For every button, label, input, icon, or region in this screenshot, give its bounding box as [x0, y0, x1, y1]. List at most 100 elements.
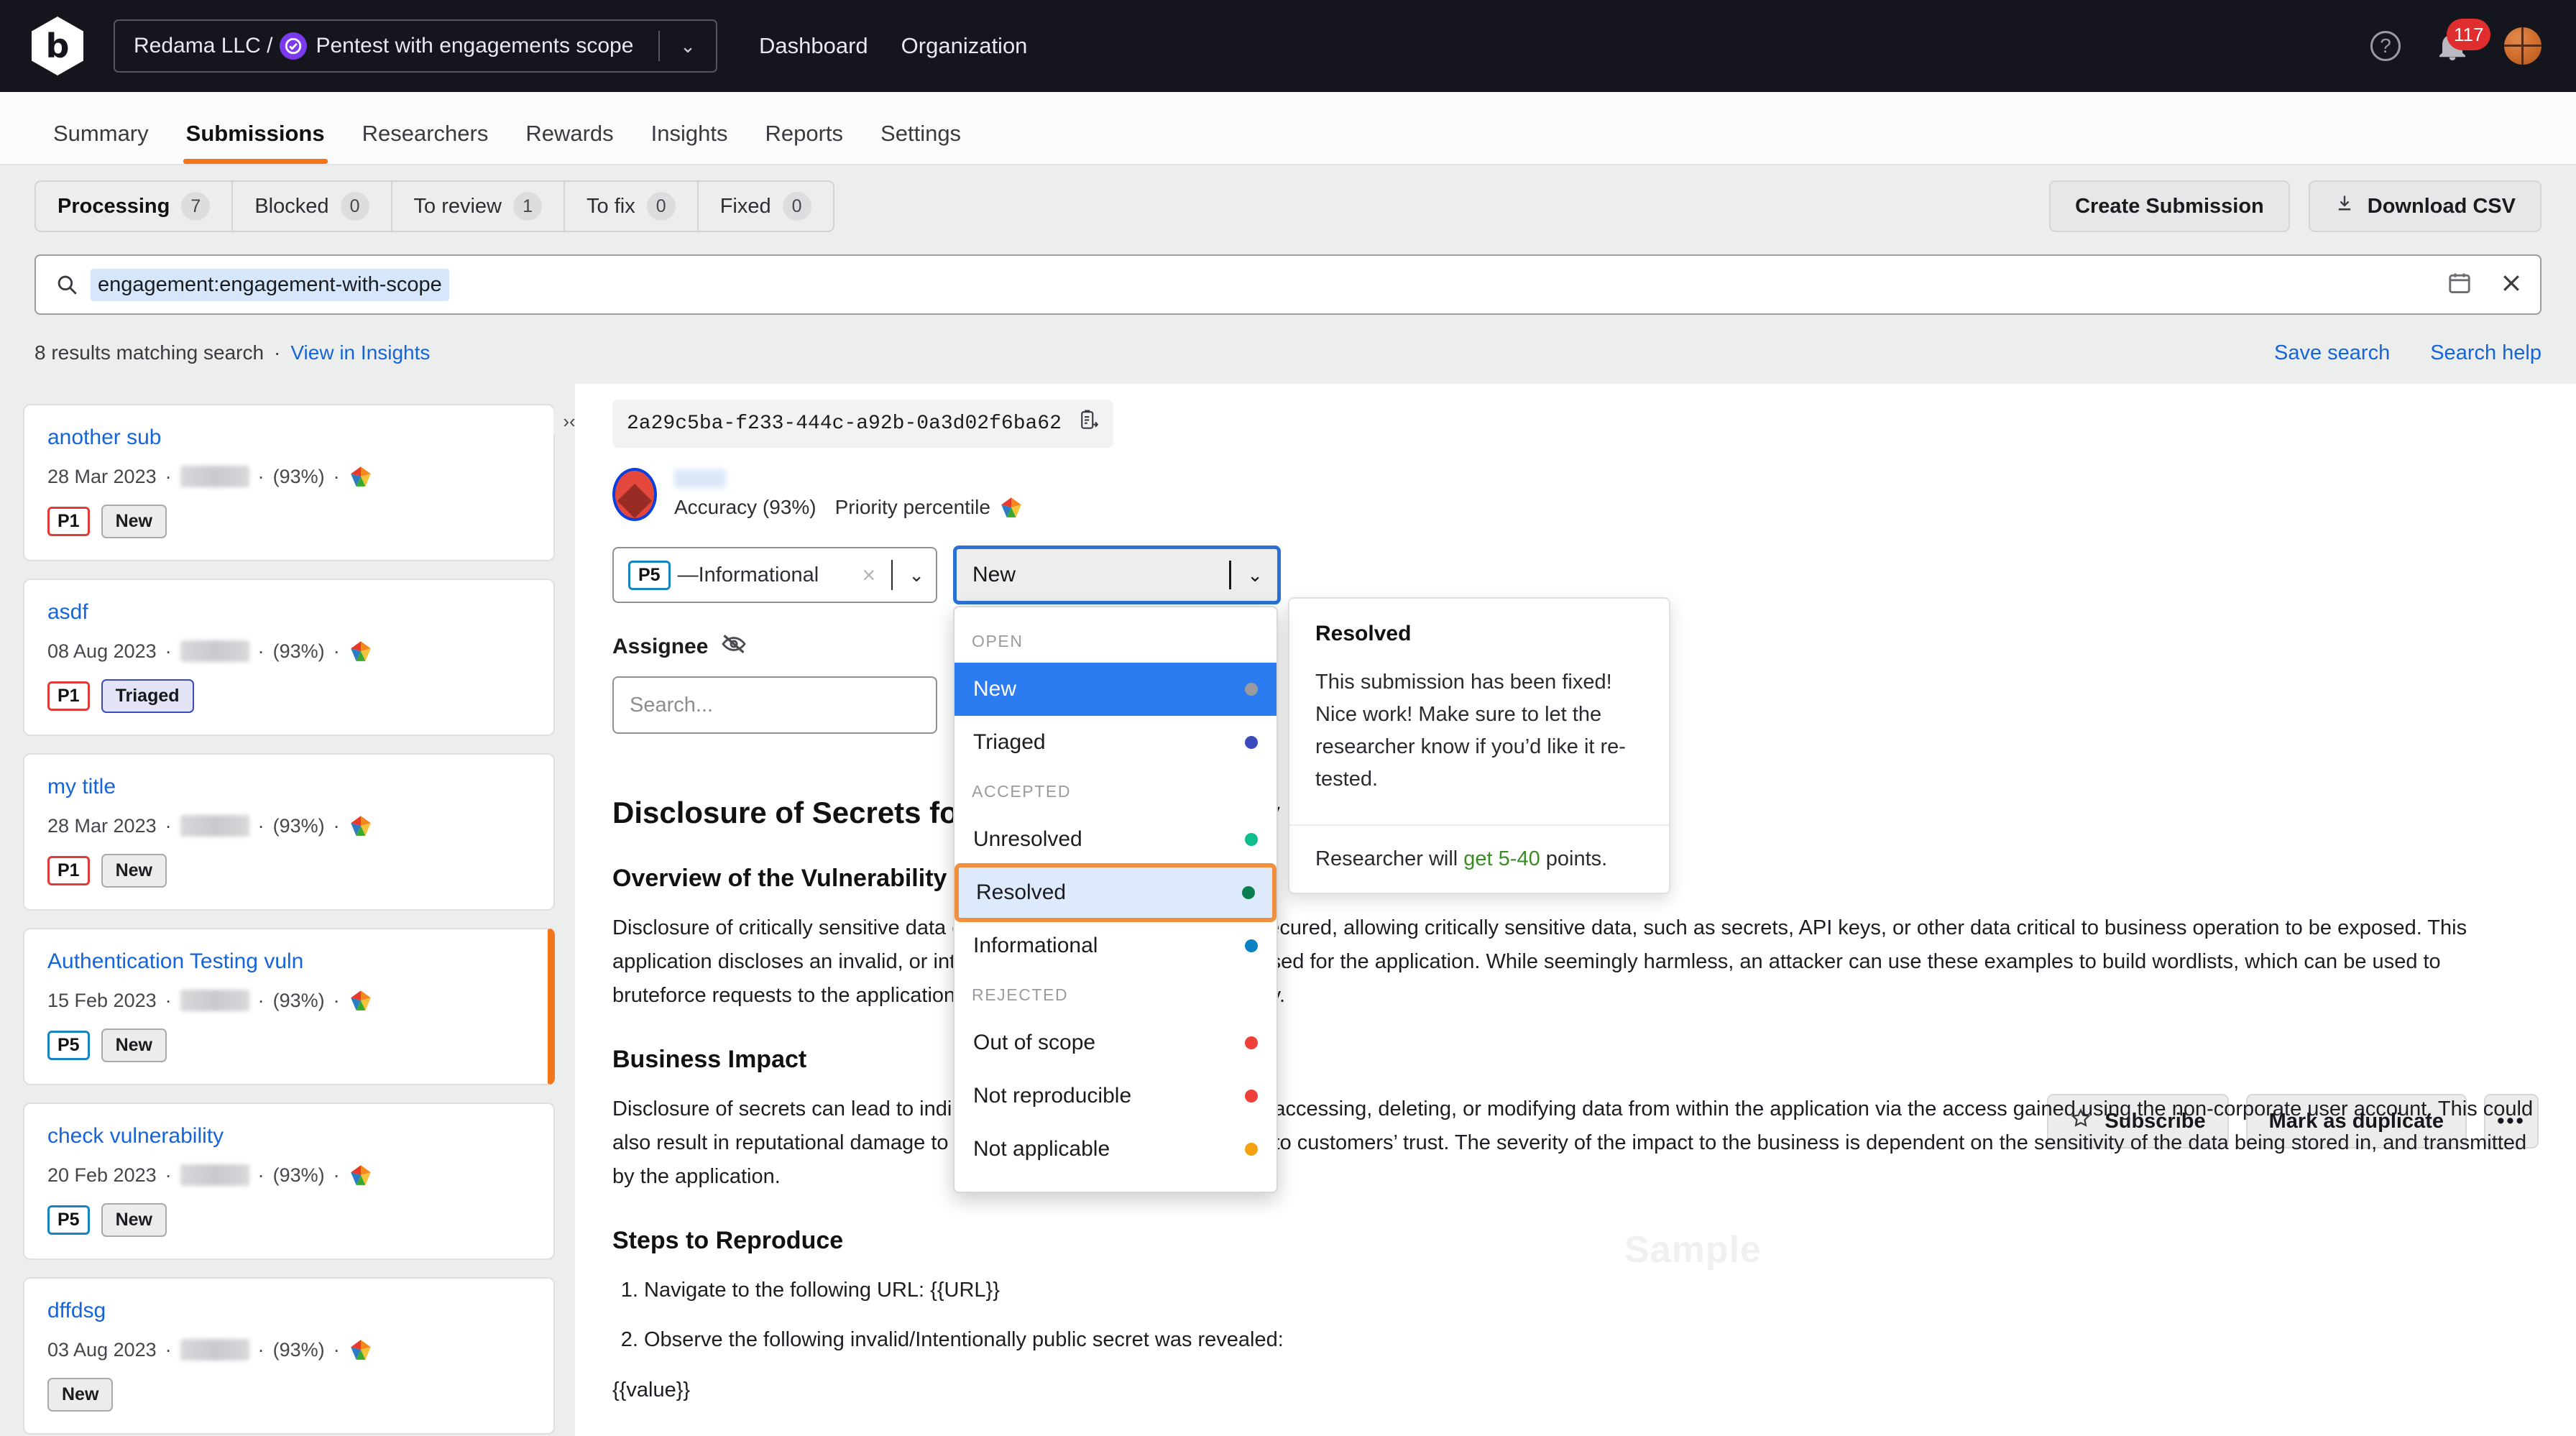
submission-list-item-2[interactable]: my title 28 Mar 2023 · · (93%) · P1 New	[23, 753, 555, 911]
chevron-down-icon[interactable]: ⌄	[1247, 564, 1263, 586]
create-submission-button[interactable]: Create Submission	[2049, 180, 2290, 232]
meta-dot: ·	[257, 1164, 264, 1186]
notification-count-badge: 117	[2447, 19, 2491, 50]
filter-blocked[interactable]: Blocked 0	[233, 182, 392, 231]
user-avatar[interactable]	[2504, 27, 2542, 65]
steps-to-reproduce-heading: Steps to Reproduce	[612, 1226, 844, 1254]
status-dot-icon	[1245, 833, 1258, 846]
chevron-down-icon[interactable]: ⌄	[908, 564, 924, 586]
submission-meta: 03 Aug 2023 · · (93%) ·	[47, 1338, 530, 1362]
status-select-value: New	[972, 563, 1016, 586]
tooltip-footer-prefix: Researcher will	[1315, 847, 1464, 870]
dropdown-option-resolved[interactable]: Resolved	[954, 863, 1276, 922]
submission-id-chip[interactable]: 2a29c5ba-f233-444c-a92b-0a3d02f6ba62	[612, 400, 1113, 448]
save-search-link[interactable]: Save search	[2274, 341, 2390, 365]
filter-fixed[interactable]: Fixed 0	[699, 182, 833, 231]
submission-title[interactable]: dffdsg	[47, 1299, 530, 1323]
question-circle-icon[interactable]: ?	[2370, 31, 2401, 61]
submission-title[interactable]: Authentication Testing vuln	[47, 949, 525, 974]
meta-dot: ·	[257, 989, 264, 1011]
view-in-insights-link[interactable]: View in Insights	[290, 341, 430, 364]
submission-title[interactable]: check vulnerability	[47, 1124, 530, 1149]
status-badge: New	[101, 505, 167, 538]
dropdown-option-not-applicable[interactable]: Not applicable	[954, 1123, 1276, 1176]
org-scope-selector[interactable]: Redama LLC / Pentest with engagements sc…	[114, 19, 717, 73]
check-circle-icon	[280, 32, 308, 60]
eye-slash-icon[interactable]	[721, 633, 747, 661]
submission-list-item-5[interactable]: dffdsg 03 Aug 2023 · · (93%) · New	[23, 1277, 555, 1435]
clear-severity-icon[interactable]: ×	[862, 562, 876, 589]
submission-tags: New	[47, 1378, 530, 1412]
dropdown-option-label: Out of scope	[973, 1031, 1096, 1054]
copy-to-clipboard-icon[interactable]	[1077, 408, 1099, 439]
search-input[interactable]: engagement:engagement-with-scope	[34, 254, 2542, 315]
chevron-down-icon[interactable]: ⌄	[660, 35, 716, 57]
reporter-avatar[interactable]	[612, 468, 657, 521]
filter-fixed-count: 0	[782, 192, 811, 221]
dropdown-option-not-reproducible[interactable]: Not reproducible	[954, 1069, 1276, 1123]
dropdown-option-triaged[interactable]: Triaged	[954, 716, 1276, 769]
nav-dashboard[interactable]: Dashboard	[759, 33, 868, 59]
tab-settings[interactable]: Settings	[862, 121, 980, 164]
search-help-link[interactable]: Search help	[2430, 341, 2542, 365]
tab-reports[interactable]: Reports	[747, 121, 862, 164]
priority-badge: P5	[47, 1205, 90, 1235]
dropdown-option-informational[interactable]: Informational	[954, 919, 1276, 972]
dropdown-option-unresolved[interactable]: Unresolved	[954, 813, 1276, 866]
download-csv-button[interactable]: Download CSV	[2308, 180, 2542, 232]
dropdown-option-new[interactable]: New	[954, 663, 1276, 716]
submission-title[interactable]: asdf	[47, 600, 530, 625]
meta-dot: ·	[165, 814, 172, 837]
submission-tags: P5 New	[47, 1203, 530, 1237]
tab-summary[interactable]: Summary	[34, 121, 167, 164]
severity-select[interactable]: P5 — Informational × ⌄	[612, 547, 937, 603]
submission-accuracy: (93%)	[272, 814, 325, 837]
researcher-name-redacted	[180, 640, 249, 662]
filter-to-fix-label: To fix	[586, 194, 635, 218]
submission-title[interactable]: my title	[47, 775, 530, 799]
submission-accuracy: (93%)	[272, 465, 325, 487]
submission-date: 20 Feb 2023	[47, 1164, 157, 1186]
filter-processing[interactable]: Processing 7	[36, 182, 234, 231]
priority-badge: P1	[47, 856, 90, 885]
logo-letter: b	[45, 27, 70, 65]
search-filter-token[interactable]: engagement:engagement-with-scope	[91, 268, 449, 301]
submission-list-item-1[interactable]: asdf 08 Aug 2023 · · (93%) · P1 Triaged	[23, 579, 555, 736]
calendar-icon[interactable]	[2447, 270, 2472, 300]
close-icon[interactable]	[2498, 270, 2524, 300]
submission-list-item-4[interactable]: check vulnerability 20 Feb 2023 · · (93%…	[23, 1103, 555, 1260]
reporter-name-redacted	[674, 469, 726, 488]
submission-list-item-3[interactable]: Authentication Testing vuln 15 Feb 2023 …	[23, 928, 555, 1085]
submission-title[interactable]: another sub	[47, 425, 530, 450]
notifications-bell-icon[interactable]: 117	[2435, 19, 2491, 63]
tooltip-body: Resolved This submission has been fixed!…	[1289, 599, 1669, 824]
meta-dot: ·	[165, 1164, 172, 1186]
filter-to-fix-count: 0	[646, 192, 676, 221]
nav-organization[interactable]: Organization	[901, 33, 1028, 59]
bugcrowd-logo-icon[interactable]: b	[32, 17, 83, 75]
researcher-name-redacted	[180, 1339, 249, 1361]
tab-researchers[interactable]: Researchers	[344, 121, 507, 164]
meta-dot: ·	[165, 1338, 172, 1361]
dropdown-option-out-of-scope[interactable]: Out of scope	[954, 1016, 1276, 1069]
tab-insights[interactable]: Insights	[632, 121, 747, 164]
meta-dot: ·	[333, 465, 340, 487]
tooltip-text: This submission has been fixed! Nice wor…	[1315, 671, 1626, 791]
dropdown-group-rejected-label: REJECTED	[972, 985, 1069, 1004]
filter-to-fix[interactable]: To fix 0	[565, 182, 699, 231]
results-row-actions: Save search Search help	[2274, 341, 2542, 365]
search-row: engagement:engagement-with-scope	[0, 247, 2576, 322]
search-actions	[2447, 270, 2524, 300]
priority-percentile-icon	[999, 495, 1024, 520]
filter-to-review[interactable]: To review 1	[392, 182, 566, 231]
status-divider	[1229, 561, 1232, 589]
dropdown-option-label: Not reproducible	[973, 1084, 1132, 1108]
meta-dot: ·	[165, 989, 172, 1011]
tab-rewards[interactable]: Rewards	[507, 121, 632, 164]
assignee-search-input[interactable]: Search...	[612, 676, 937, 734]
submission-list-item-0[interactable]: another sub 28 Mar 2023 · · (93%) · P1 N…	[23, 404, 555, 561]
priority-percentile-icon	[349, 464, 373, 489]
status-select[interactable]: New ⌄	[953, 546, 1281, 604]
priority-percentile-icon	[349, 988, 373, 1013]
tab-submissions[interactable]: Submissions	[167, 121, 344, 164]
